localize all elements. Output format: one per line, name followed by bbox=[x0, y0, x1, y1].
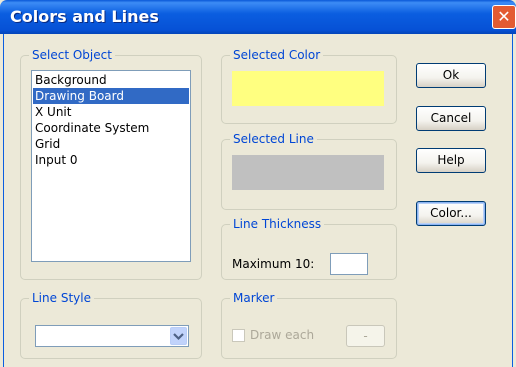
line-thickness-group: Line Thickness Maximum 10: bbox=[221, 217, 397, 280]
close-icon[interactable]: ✕ bbox=[492, 5, 516, 29]
maximum-label: Maximum 10: bbox=[232, 257, 315, 271]
thickness-input[interactable] bbox=[330, 253, 368, 275]
marker-group: Marker Draw each - bbox=[221, 291, 397, 359]
list-item[interactable]: Coordinate System bbox=[33, 120, 189, 136]
cancel-button[interactable]: Cancel bbox=[416, 106, 486, 131]
list-item[interactable]: X Unit bbox=[33, 104, 189, 120]
selected-line-group: Selected Line bbox=[221, 132, 397, 210]
marker-legend: Marker bbox=[233, 291, 275, 305]
line-thickness-legend: Line Thickness bbox=[233, 217, 322, 231]
ok-button[interactable]: Ok bbox=[416, 63, 486, 88]
marker-button[interactable]: - bbox=[346, 325, 385, 347]
line-style-group: Line Style bbox=[20, 291, 202, 359]
selected-color-swatch bbox=[232, 71, 384, 106]
dialog-client-area: Select Object Background Drawing Board X… bbox=[3, 34, 513, 367]
help-button[interactable]: Help bbox=[416, 148, 486, 173]
title-bar[interactable]: Colors and Lines ✕ bbox=[0, 0, 516, 34]
object-listbox[interactable]: Background Drawing Board X Unit Coordina… bbox=[31, 70, 191, 262]
selected-color-group: Selected Color bbox=[221, 48, 397, 124]
draw-each-label: Draw each bbox=[250, 328, 315, 342]
draw-each-checkbox[interactable] bbox=[232, 329, 245, 342]
chevron-down-icon[interactable] bbox=[170, 327, 187, 345]
selected-line-swatch bbox=[232, 155, 384, 190]
color-button[interactable]: Color... bbox=[416, 201, 486, 226]
list-item[interactable]: Input 0 bbox=[33, 152, 189, 168]
list-item[interactable]: Grid bbox=[33, 136, 189, 152]
selected-color-legend: Selected Color bbox=[233, 48, 321, 62]
line-style-dropdown[interactable] bbox=[35, 325, 189, 347]
window-title: Colors and Lines bbox=[10, 7, 159, 26]
colors-and-lines-dialog: Colors and Lines ✕ Select Object Backgro… bbox=[0, 0, 516, 367]
list-item-selected[interactable]: Drawing Board bbox=[33, 88, 189, 104]
select-object-legend: Select Object bbox=[32, 48, 112, 62]
selected-line-legend: Selected Line bbox=[233, 132, 314, 146]
list-item[interactable]: Background bbox=[33, 72, 189, 88]
select-object-group: Select Object Background Drawing Board X… bbox=[20, 48, 202, 280]
line-style-legend: Line Style bbox=[32, 291, 91, 305]
